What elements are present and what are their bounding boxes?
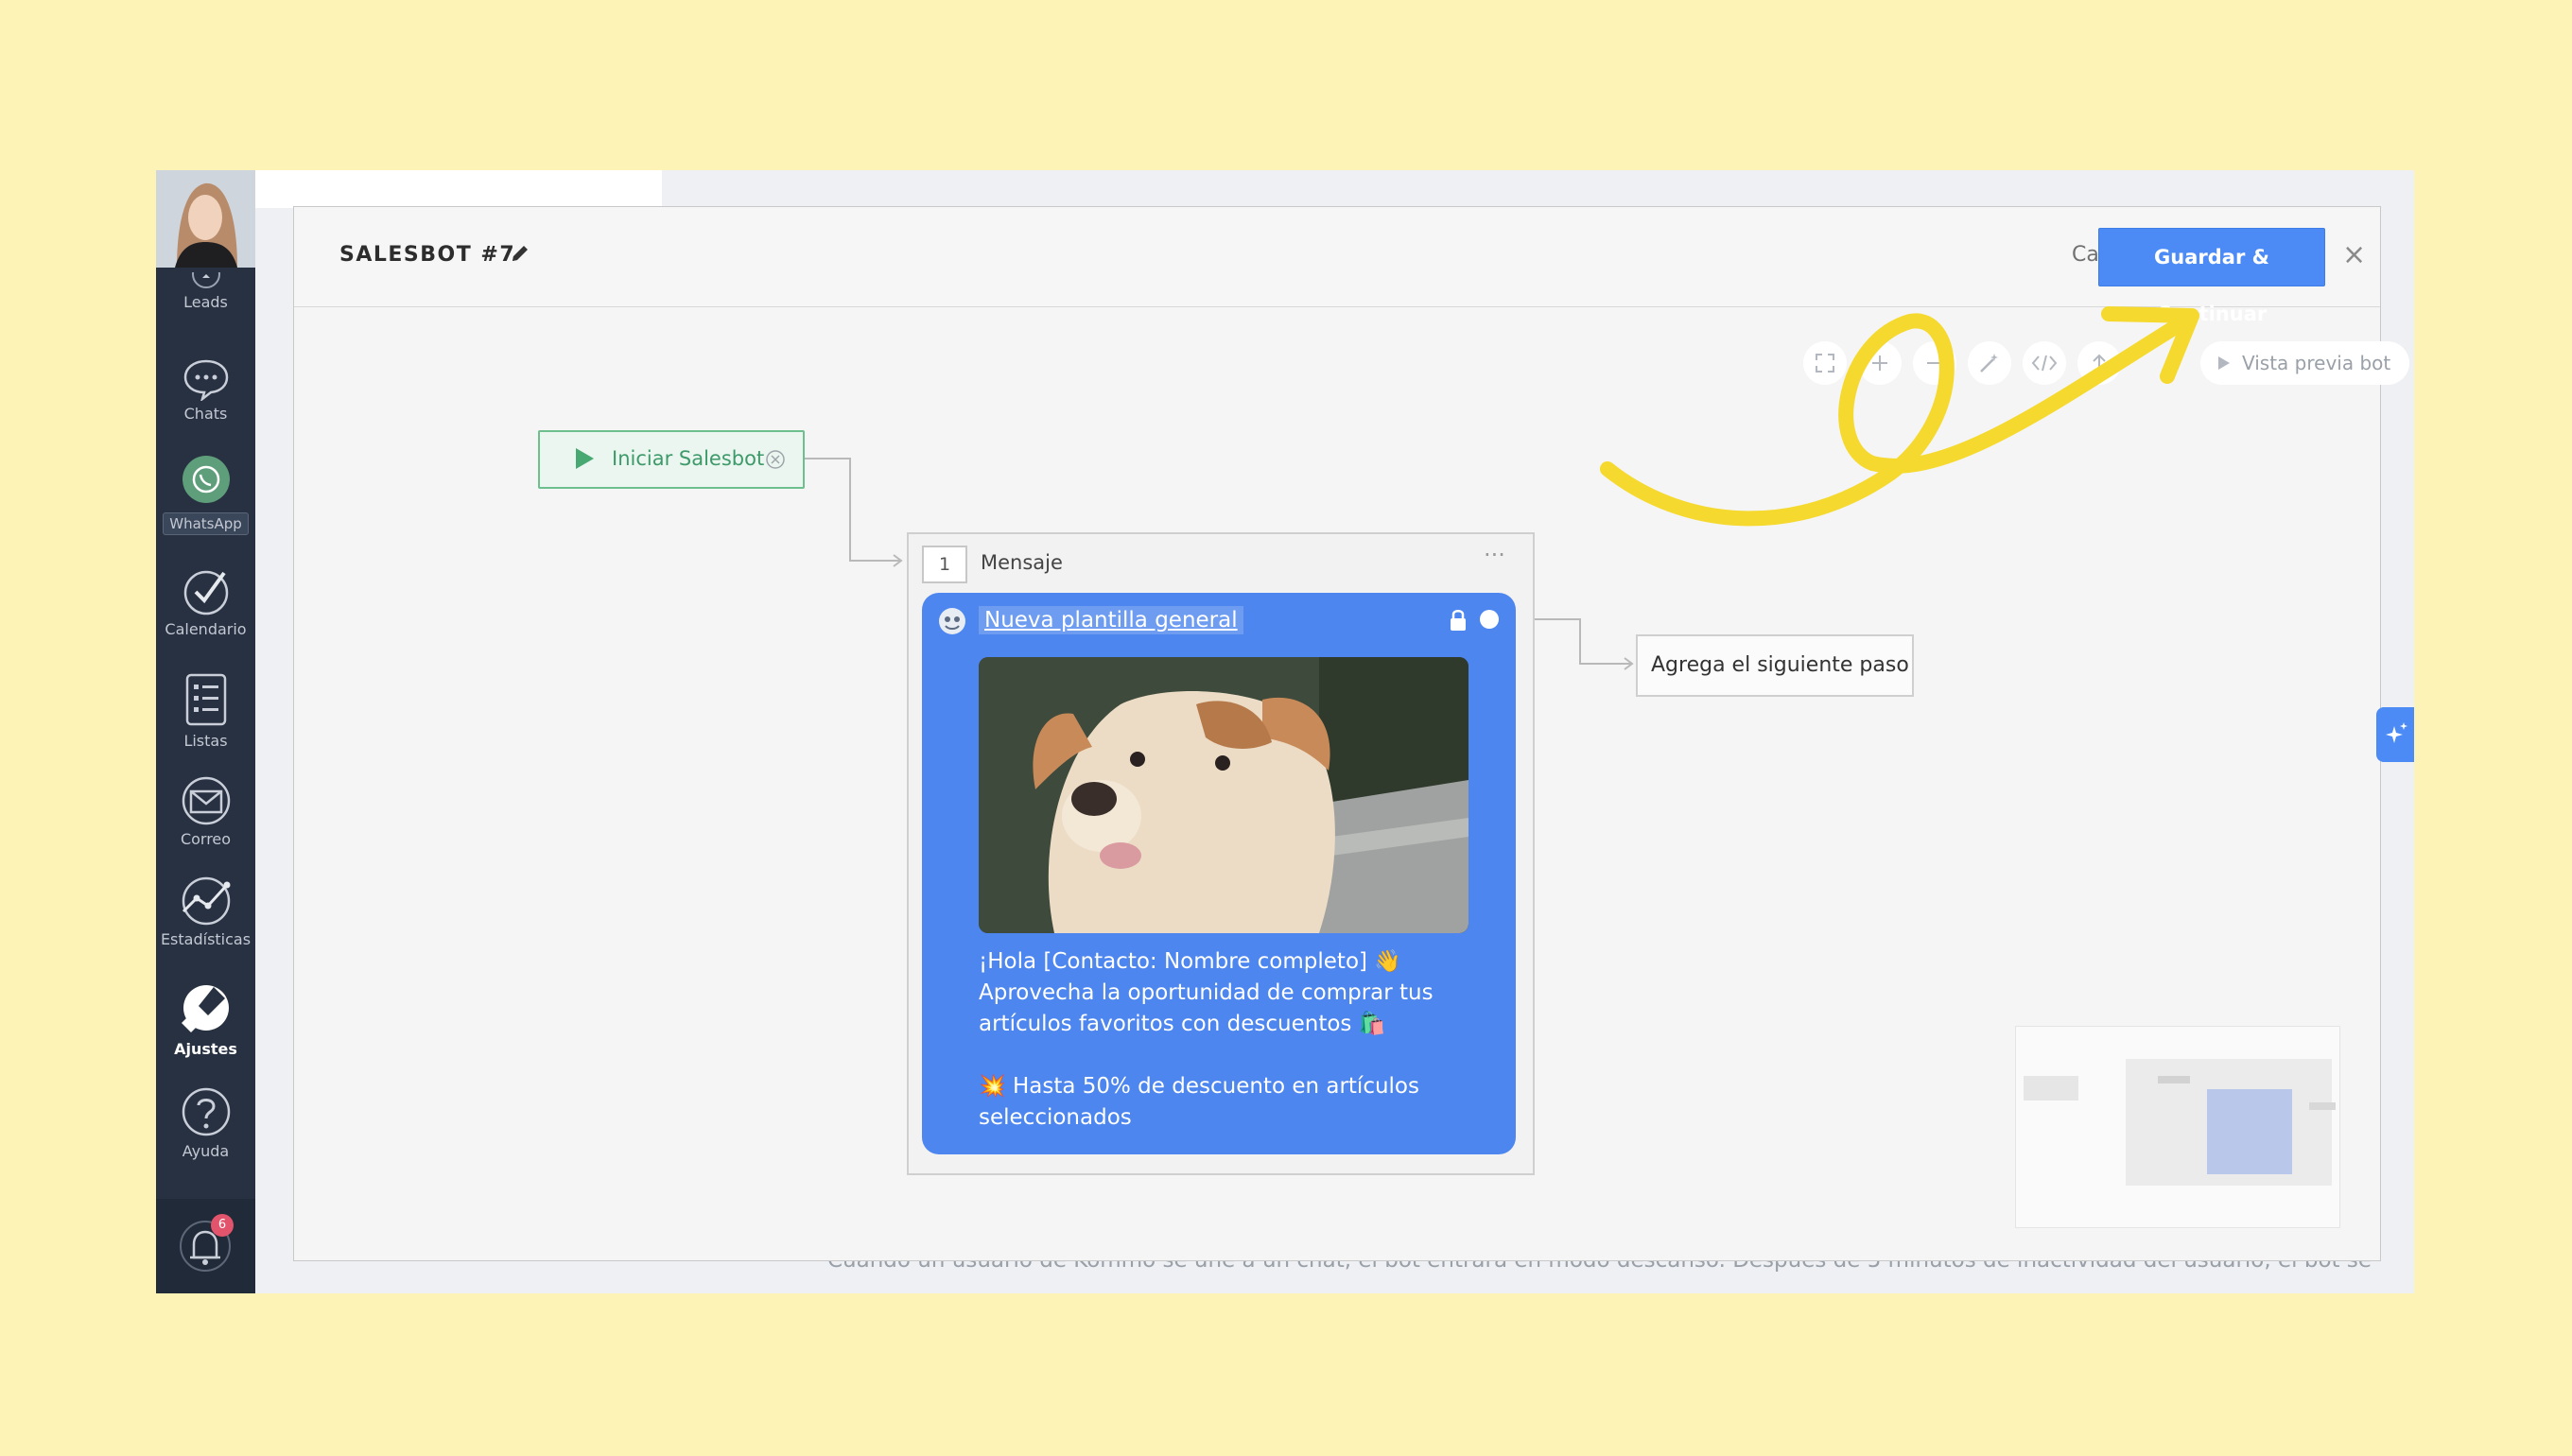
annotation-arrow xyxy=(1600,306,2199,527)
